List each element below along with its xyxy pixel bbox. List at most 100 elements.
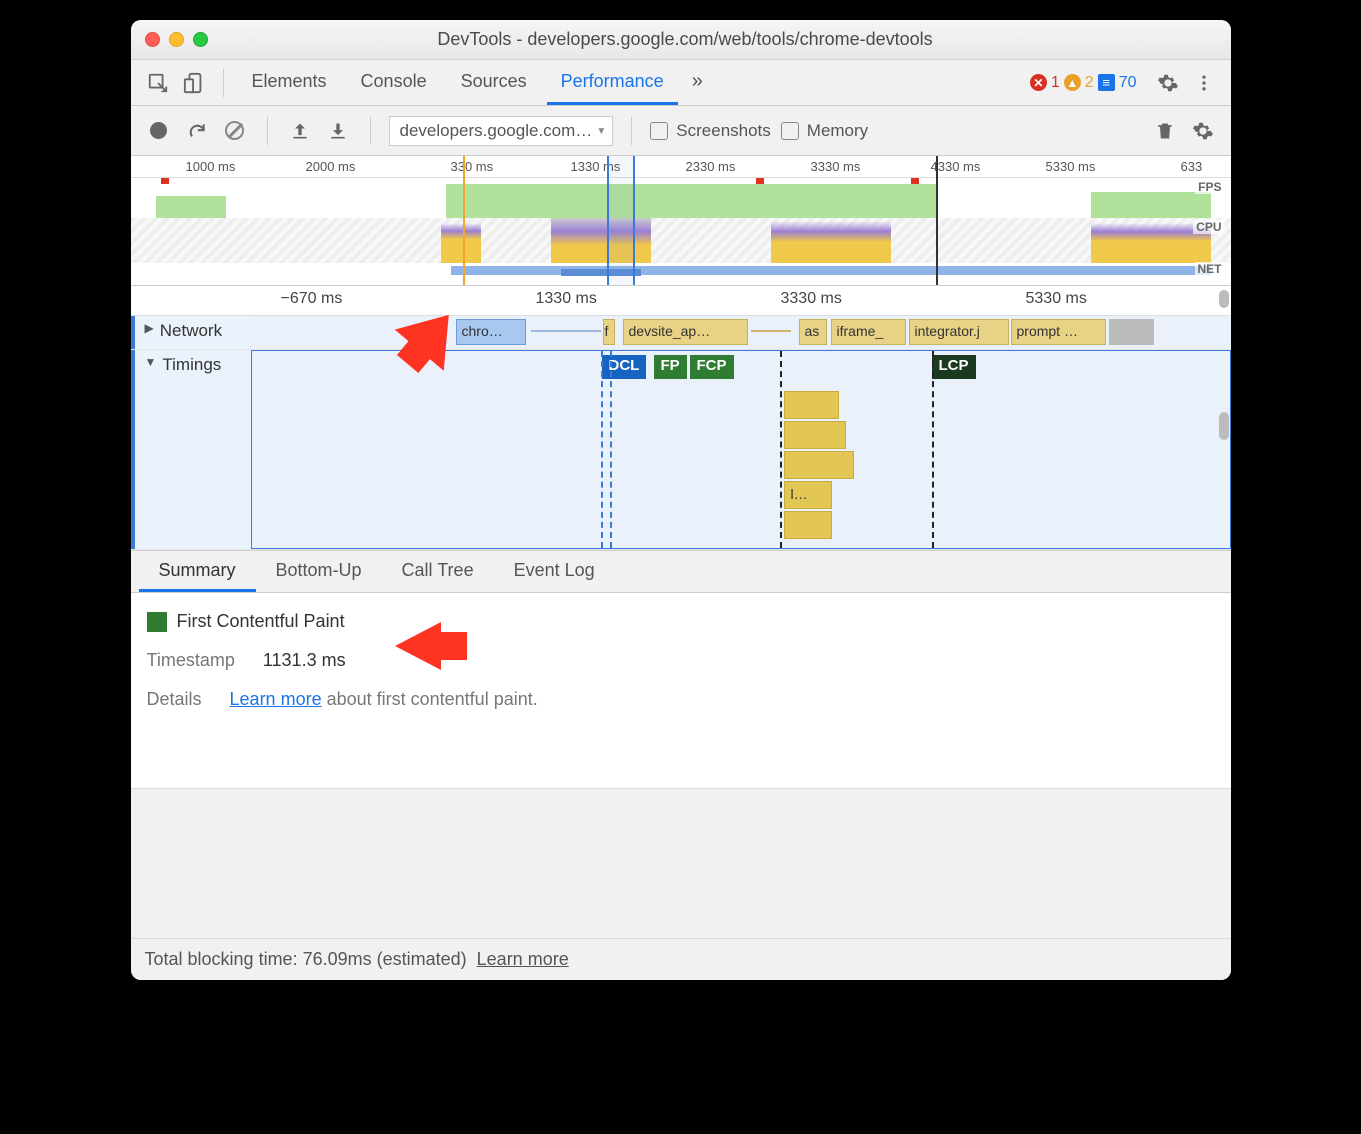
close-icon[interactable] — [145, 32, 160, 47]
upload-icon[interactable] — [286, 117, 314, 145]
ruler-tick: 2330 ms — [686, 159, 736, 174]
network-request[interactable]: prompt … — [1011, 319, 1106, 345]
ruler-tick: 2000 ms — [306, 159, 356, 174]
long-task[interactable] — [784, 421, 846, 449]
trash-icon[interactable] — [1151, 117, 1179, 145]
footer: Total blocking time: 76.09ms (estimated)… — [131, 938, 1231, 980]
long-task[interactable] — [784, 391, 839, 419]
more-tabs-icon[interactable]: » — [684, 60, 711, 105]
overview-marker — [463, 156, 465, 285]
fps-label: FPS — [1195, 180, 1224, 194]
detail-tabs: Summary Bottom-Up Call Tree Event Log — [131, 551, 1231, 593]
summary-pane: First Contentful Paint Timestamp 1131.3 … — [131, 593, 1231, 788]
capture-settings-icon[interactable] — [1189, 117, 1217, 145]
error-count: 1 — [1051, 74, 1060, 92]
tab-performance[interactable]: Performance — [547, 60, 678, 105]
ruler-tick: 1000 ms — [186, 159, 236, 174]
console-counters[interactable]: ✕ 1 ▲ 2 ≡ 70 — [1030, 74, 1137, 92]
ruler-tick: 4330 ms — [931, 159, 981, 174]
net-label: NET — [1195, 262, 1225, 276]
device-toggle-icon[interactable] — [179, 68, 209, 98]
ruler-tick: 5330 ms — [1026, 290, 1087, 308]
checkbox-icon — [781, 122, 799, 140]
timing-line — [610, 351, 612, 548]
track-label-text: Network — [160, 321, 222, 341]
timing-marker-dcl[interactable]: DCL — [602, 355, 647, 379]
timings-track-content: DCL FP FCP LCP l… — [251, 350, 1231, 549]
scrollbar-thumb[interactable] — [1219, 412, 1229, 440]
traffic-lights — [145, 32, 208, 47]
network-request[interactable]: f — [603, 319, 615, 345]
learn-more-link[interactable]: Learn more — [230, 689, 322, 709]
overview-pane[interactable]: 1000 ms 2000 ms 330 ms 1330 ms 2330 ms 3… — [131, 156, 1231, 286]
long-task[interactable]: l… — [784, 481, 832, 509]
checkbox-icon — [650, 122, 668, 140]
blocking-time-text: Total blocking time: 76.09ms (estimated) — [145, 949, 467, 969]
long-task[interactable] — [784, 451, 854, 479]
timings-track-label[interactable]: ▼ Timings — [131, 350, 251, 549]
flame-chart[interactable]: −670 ms 1330 ms 3330 ms 5330 ms ▶ Networ… — [131, 286, 1231, 551]
scrollbar-thumb[interactable] — [1219, 290, 1229, 308]
ruler-tick: 3330 ms — [781, 290, 842, 308]
network-request[interactable]: integrator.j — [909, 319, 1009, 345]
ruler-tick: 633 — [1181, 159, 1203, 174]
network-request[interactable]: iframe_ — [831, 319, 906, 345]
download-icon[interactable] — [324, 117, 352, 145]
timing-marker-fp[interactable]: FP — [654, 355, 687, 379]
network-track: ▶ Network chro… f devsite_ap… as iframe_… — [131, 316, 1231, 350]
footer-learn-more-link[interactable]: Learn more — [477, 949, 569, 969]
window-title: DevTools - developers.google.com/web/too… — [208, 29, 1163, 50]
tab-call-tree[interactable]: Call Tree — [382, 551, 494, 592]
timing-marker-fcp[interactable]: FCP — [690, 355, 734, 379]
overview-ruler: 1000 ms 2000 ms 330 ms 1330 ms 2330 ms 3… — [131, 156, 1231, 178]
ruler-tick: 5330 ms — [1046, 159, 1096, 174]
message-count: 70 — [1119, 74, 1137, 92]
overview-marker — [936, 156, 938, 285]
chevron-down-icon: ▼ — [145, 355, 157, 369]
network-request[interactable]: as — [799, 319, 827, 345]
ruler-tick: −670 ms — [281, 290, 343, 308]
long-task[interactable] — [784, 511, 832, 539]
screenshots-label: Screenshots — [676, 121, 771, 141]
separator — [223, 69, 224, 97]
cpu-label: CPU — [1193, 220, 1224, 234]
tab-bottom-up[interactable]: Bottom-Up — [256, 551, 382, 592]
clear-button[interactable] — [221, 117, 249, 145]
summary-title: First Contentful Paint — [147, 611, 1215, 632]
recording-selector[interactable]: developers.google.com… — [389, 116, 614, 146]
tab-summary[interactable]: Summary — [139, 551, 256, 592]
fps-row: FPS — [131, 178, 1231, 218]
warning-icon: ▲ — [1064, 74, 1081, 91]
record-button[interactable] — [145, 117, 173, 145]
tab-elements[interactable]: Elements — [238, 60, 341, 105]
track-ruler: −670 ms 1330 ms 3330 ms 5330 ms — [131, 286, 1231, 316]
inspect-icon[interactable] — [143, 68, 173, 98]
details-row: Details Learn more about first contentfu… — [147, 689, 1215, 710]
network-request[interactable]: devsite_ap… — [623, 319, 748, 345]
ruler-tick: 1330 ms — [536, 290, 597, 308]
reload-button[interactable] — [183, 117, 211, 145]
timings-track: ▼ Timings DCL FP FCP LCP l… — [131, 350, 1231, 550]
tab-event-log[interactable]: Event Log — [494, 551, 615, 592]
overview-selection[interactable] — [607, 156, 635, 285]
maximize-icon[interactable] — [193, 32, 208, 47]
memory-checkbox[interactable]: Memory — [781, 121, 868, 141]
timing-marker-lcp[interactable]: LCP — [932, 355, 976, 379]
cpu-row: CPU — [131, 218, 1231, 263]
titlebar: DevTools - developers.google.com/web/too… — [131, 20, 1231, 60]
minimize-icon[interactable] — [169, 32, 184, 47]
event-name: First Contentful Paint — [177, 611, 345, 632]
memory-label: Memory — [807, 121, 868, 141]
screenshots-checkbox[interactable]: Screenshots — [650, 121, 771, 141]
separator — [631, 117, 632, 145]
tab-console[interactable]: Console — [347, 60, 441, 105]
empty-area — [131, 788, 1231, 938]
tab-sources[interactable]: Sources — [447, 60, 541, 105]
separator — [267, 117, 268, 145]
track-label-text: Timings — [162, 355, 221, 375]
chevron-right-icon: ▶ — [145, 321, 154, 335]
perf-toolbar: developers.google.com… Screenshots Memor… — [131, 106, 1231, 156]
kebab-menu-icon[interactable] — [1189, 68, 1219, 98]
settings-icon[interactable] — [1153, 68, 1183, 98]
network-track-label[interactable]: ▶ Network — [131, 316, 251, 349]
